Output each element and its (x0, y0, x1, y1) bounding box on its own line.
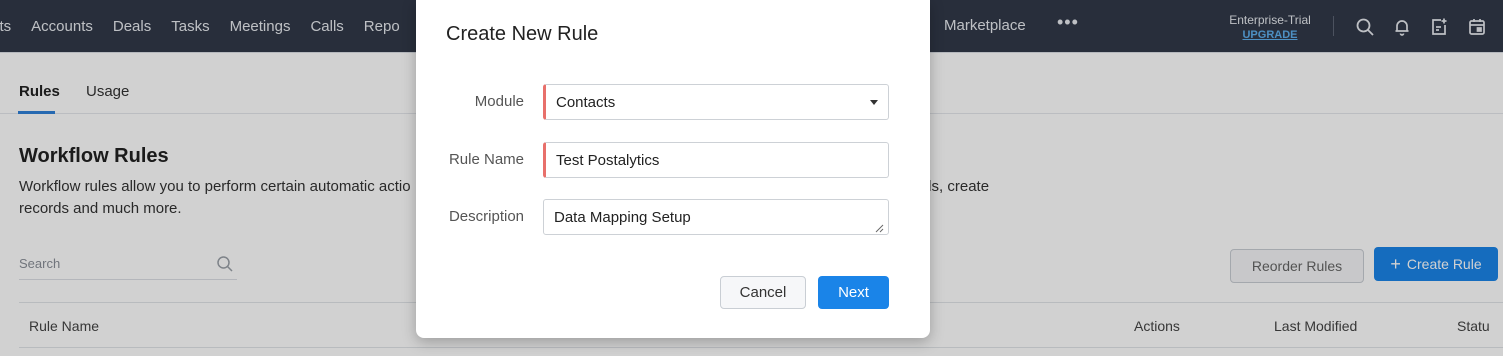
cancel-button[interactable]: Cancel (720, 276, 806, 309)
module-label: Module (474, 93, 524, 110)
description-label: Description (448, 208, 524, 225)
rule-name-field[interactable]: Test Postalytics (543, 142, 889, 178)
create-rule-modal: Create New Rule Module Contacts Rule Nam… (416, 0, 930, 338)
module-value: Contacts (556, 94, 616, 111)
rule-name-label: Rule Name (448, 151, 524, 168)
rule-name-value: Test Postalytics (556, 152, 660, 169)
chevron-down-icon (870, 100, 878, 105)
next-button[interactable]: Next (818, 276, 889, 309)
resize-handle-icon[interactable] (874, 220, 884, 233)
modal-title: Create New Rule (446, 23, 599, 45)
description-field[interactable]: Data Mapping Setup (543, 199, 889, 235)
description-value: Data Mapping Setup (554, 209, 691, 226)
module-select[interactable]: Contacts (543, 84, 889, 120)
